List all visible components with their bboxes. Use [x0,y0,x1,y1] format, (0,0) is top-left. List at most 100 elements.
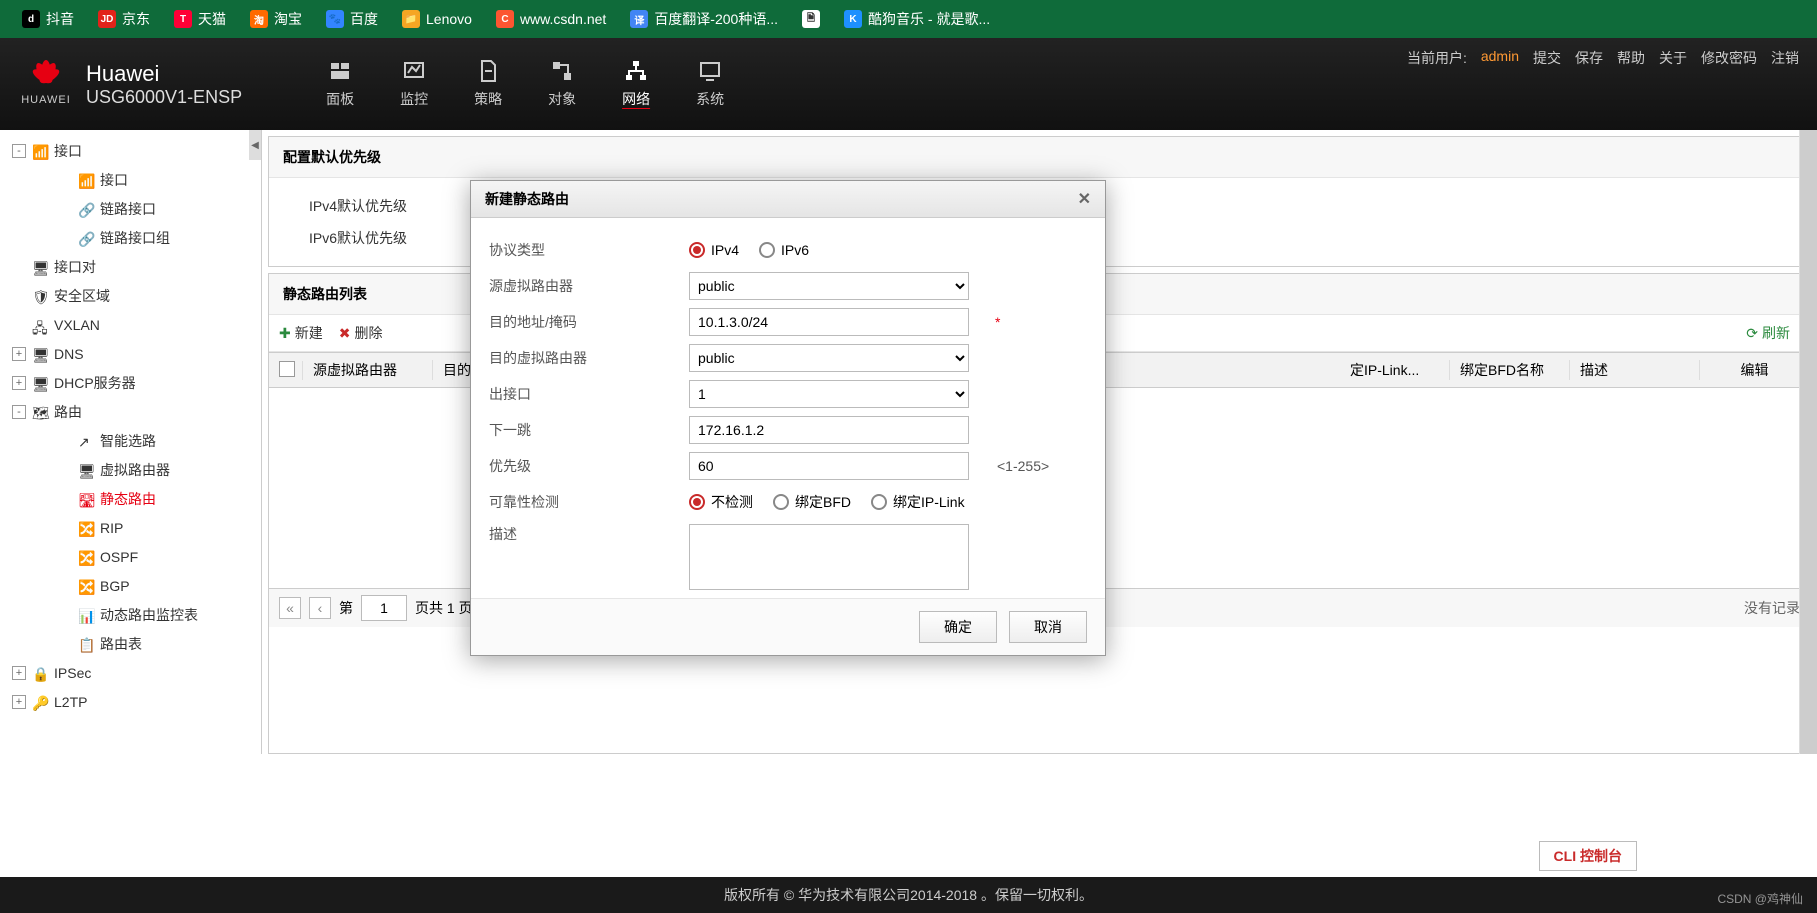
src-vr-select[interactable]: public [689,272,969,300]
sidebar-item-15[interactable]: 🔀BGP [0,571,261,600]
radio-ipv4[interactable]: IPv4 [689,242,739,258]
col-bfd-name[interactable]: 绑定BFD名称 [1450,360,1570,380]
current-user[interactable]: admin [1481,48,1519,64]
bookmark-item[interactable]: Cwww.csdn.net [486,6,616,32]
col-edit[interactable]: 编辑 [1700,360,1810,380]
sidebar-item-11[interactable]: 🖥虚拟路由器 [0,455,261,484]
select-all-checkbox[interactable] [279,361,295,377]
sidebar-item-10[interactable]: ↗智能选路 [0,426,261,455]
refresh-button[interactable]: ⟳刷新 [1746,323,1800,343]
label-dst-vr: 目的虚拟路由器 [489,348,689,368]
out-if-select[interactable]: 1 [689,380,969,408]
sidebar-item-16[interactable]: 📊动态路由监控表 [0,600,261,629]
bookmark-item[interactable]: JD京东 [88,5,160,33]
save-link[interactable]: 保存 [1575,48,1603,68]
sidebar-item-1[interactable]: 📶接口 [0,165,261,194]
bookmark-item[interactable]: d抖音 [12,5,84,33]
favicon: 🗎 [802,10,820,28]
system-icon [696,59,724,83]
tree-node-icon: 🔀 [78,521,94,535]
vertical-scrollbar[interactable] [1799,130,1817,754]
nav-policy[interactable]: 策略 [470,53,506,115]
bookmark-item[interactable]: 📁Lenovo [392,6,482,32]
sidebar-item-2[interactable]: 🔗链路接口 [0,194,261,223]
commit-link[interactable]: 提交 [1533,48,1561,68]
sidebar-item-9[interactable]: -🗺 路由 [0,397,261,426]
tree-toggle-icon[interactable]: + [12,376,26,390]
tree-toggle-icon[interactable]: + [12,666,26,680]
bookmark-label: Lenovo [426,11,472,27]
tree-label: 链路接口组 [100,228,170,248]
dialog-titlebar[interactable]: 新建静态路由 ✕ [471,181,1105,218]
logout-link[interactable]: 注销 [1771,48,1799,68]
dialog-ok-button[interactable]: 确定 [919,611,997,643]
add-route-button[interactable]: ✚新建 [279,323,323,343]
sidebar-item-5[interactable]: 🛡安全区域 [0,281,261,310]
radio-no-detect[interactable]: 不检测 [689,492,753,512]
pager-page-input[interactable] [361,595,407,621]
bookmark-item[interactable]: 🐾百度 [316,5,388,33]
sidebar-item-8[interactable]: +🖥DHCP服务器 [0,368,261,397]
delete-route-button[interactable]: ✖删除 [339,323,383,343]
bookmark-item[interactable]: 🗎 [792,6,830,32]
tree-toggle-icon[interactable]: + [12,695,26,709]
bookmark-label: www.csdn.net [520,11,606,27]
pager-prev-button[interactable]: ‹ [309,597,331,619]
radio-bind-bfd[interactable]: 绑定BFD [773,492,851,512]
sidebar-item-17[interactable]: 📋路由表 [0,629,261,658]
nav-system[interactable]: 系统 [692,53,728,115]
help-link[interactable]: 帮助 [1617,48,1645,68]
sidebar-item-19[interactable]: +🔑L2TP [0,687,261,716]
label-priority: 优先级 [489,456,689,476]
sidebar[interactable]: ◀ -📶接口📶接口🔗链路接口🔗链路接口组🖥接口对🛡安全区域🖧VXLAN+🖥DNS… [0,130,262,754]
no-record-label: 没有记录 [1744,598,1800,618]
priority-input[interactable] [689,452,969,480]
label-reliability: 可靠性检测 [489,492,689,512]
dialog-close-button[interactable]: ✕ [1078,189,1091,209]
next-hop-input[interactable] [689,416,969,444]
cli-console-button[interactable]: CLI 控制台 [1539,841,1637,871]
dialog-cancel-button[interactable]: 取消 [1009,611,1087,643]
sidebar-item-12[interactable]: 🛣静态路由 [0,484,261,513]
bookmark-item[interactable]: 淘淘宝 [240,5,312,33]
sidebar-item-6[interactable]: 🖧VXLAN [0,310,261,339]
dest-addr-input[interactable] [689,308,969,336]
col-ip-link[interactable]: 定IP-Link... [1340,360,1450,380]
tree-node-icon: 📊 [78,608,94,622]
tree-toggle-icon[interactable]: - [12,405,26,419]
tree-label: 路由 [54,402,82,422]
desc-textarea[interactable] [689,524,969,590]
sidebar-item-4[interactable]: 🖥接口对 [0,252,261,281]
col-src-vr[interactable]: 源虚拟路由器 [303,360,433,380]
bookmark-item[interactable]: T天猫 [164,5,236,33]
sidebar-item-3[interactable]: 🔗链路接口组 [0,223,261,252]
pager-first-button[interactable]: « [279,597,301,619]
about-link[interactable]: 关于 [1659,48,1687,68]
tree-node-icon: 🗺 [32,405,48,419]
sidebar-item-0[interactable]: -📶接口 [0,136,261,165]
sidebar-item-18[interactable]: +🔒IPSec [0,658,261,687]
sidebar-collapse-button[interactable]: ◀ [249,130,261,160]
sidebar-item-14[interactable]: 🔀OSPF [0,542,261,571]
tree-label: OSPF [100,549,138,565]
dst-vr-select[interactable]: public [689,344,969,372]
bookmark-item[interactable]: 译百度翻译-200种语... [620,5,788,33]
change-password-link[interactable]: 修改密码 [1701,48,1757,68]
tree-label: RIP [100,520,123,536]
radio-bind-iplink[interactable]: 绑定IP-Link [871,492,965,512]
nav-object[interactable]: 对象 [544,53,580,115]
sidebar-item-13[interactable]: 🔀 RIP [0,513,261,542]
tree-toggle-icon[interactable]: - [12,144,26,158]
radio-ipv6[interactable]: IPv6 [759,242,809,258]
dashboard-icon [326,59,354,83]
nav-monitor[interactable]: 监控 [396,53,432,115]
sidebar-item-7[interactable]: +🖥DNS [0,339,261,368]
col-desc[interactable]: 描述 [1570,360,1700,380]
tree-node-icon: ↗ [78,434,94,448]
tree-node-icon: 🖥 [32,347,48,361]
bookmark-item[interactable]: K酷狗音乐 - 就是歌... [834,5,1000,33]
tree-toggle-icon[interactable]: + [12,347,26,361]
favicon: C [496,10,514,28]
nav-network[interactable]: 网络 [618,53,654,115]
nav-dashboard[interactable]: 面板 [322,53,358,115]
